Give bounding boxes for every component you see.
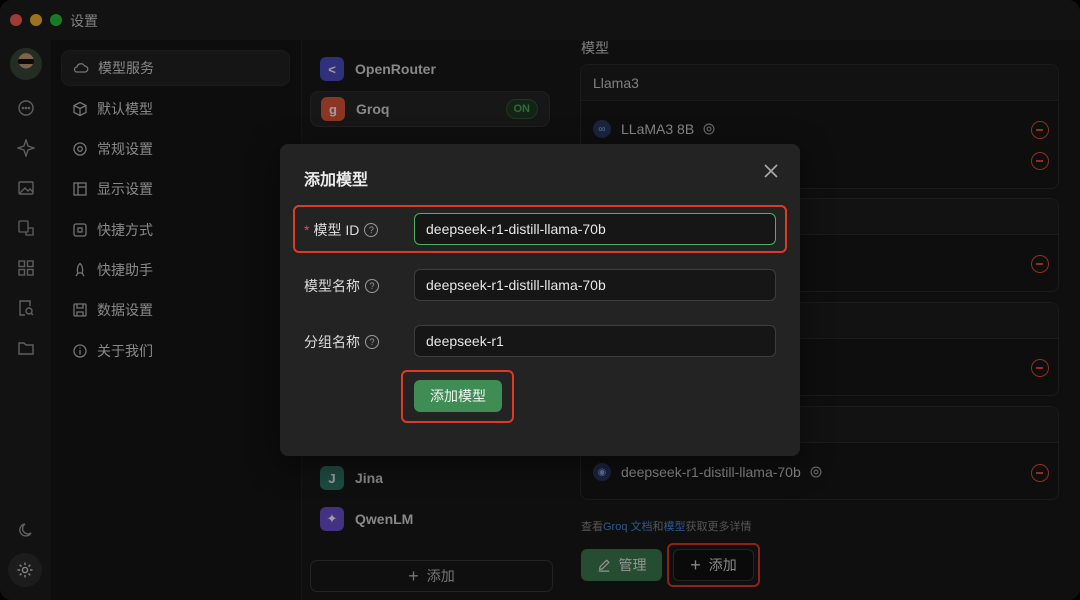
model-id-label: * 模型 ID ? [304,220,379,240]
model-name-row: 模型名称 ? [304,269,776,301]
label-text: 模型名称 [304,278,360,294]
group-name-label: 分组名称 ? [304,332,379,352]
dialog-title: 添加模型 [304,172,369,189]
help-icon[interactable]: ? [364,223,379,237]
group-name-input[interactable] [414,325,776,357]
group-name-row: 分组名称 ? [304,325,776,357]
model-id-row: * 模型 ID ? [304,213,776,245]
add-model-dialog: 添加模型 * 模型 ID ? 模型名称 ? 分组名称 ? [280,144,800,456]
model-name-label: 模型名称 ? [304,276,379,296]
help-icon[interactable]: ? [365,279,379,293]
model-id-input[interactable] [414,213,776,245]
label-text: 分组名称 [304,334,360,350]
help-icon[interactable]: ? [365,335,379,349]
required-mark: * [304,222,310,238]
settings-window: 设置 模型服务 默认模型 常规设置 显示设置 快捷方式 快捷助手 数据设置 关于… [0,0,1080,600]
label-text: 模型 ID [313,222,360,238]
model-name-input[interactable] [414,269,776,301]
close-icon[interactable] [762,162,780,180]
add-model-submit-button[interactable]: 添加模型 [414,380,502,412]
